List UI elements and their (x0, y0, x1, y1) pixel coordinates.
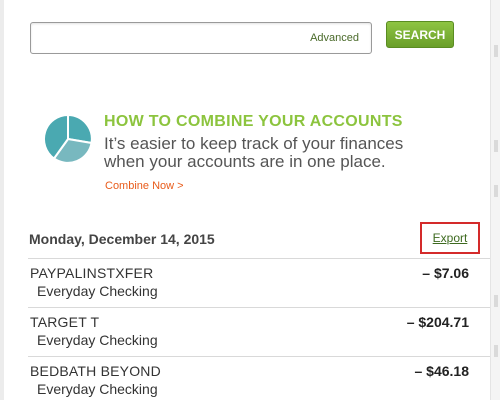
transaction-amount: – $46.18 (414, 363, 470, 379)
scroll-marker (494, 345, 498, 357)
export-link[interactable]: Export (433, 231, 468, 245)
transaction-row[interactable]: BEDBATH BEYOND Everyday Checking – $46.1… (28, 357, 490, 403)
transaction-amount: – $7.06 (422, 265, 469, 281)
transaction-payee: PAYPALINSTXFER (30, 265, 154, 281)
transaction-payee: BEDBATH BEYOND (30, 363, 161, 379)
transaction-row[interactable]: PAYPALINSTXFER Everyday Checking – $7.06 (28, 259, 490, 305)
scroll-marker (494, 140, 498, 152)
transaction-account: Everyday Checking (37, 381, 158, 397)
scroll-marker (494, 185, 498, 197)
pie-chart-icon (43, 113, 93, 164)
search-button[interactable]: SEARCH (386, 21, 454, 48)
page-edge-left (0, 0, 4, 400)
search-input[interactable] (37, 27, 311, 51)
transaction-account: Everyday Checking (37, 332, 158, 348)
combine-now-link[interactable]: Combine Now > (105, 180, 184, 192)
transaction-date-heading: Monday, December 14, 2015 (29, 231, 215, 247)
promo-title: HOW TO COMBINE YOUR ACCOUNTS (104, 113, 403, 130)
scrollbar-track[interactable] (490, 0, 500, 400)
transaction-payee: TARGET T (30, 314, 100, 330)
export-highlight-box: Export (420, 222, 480, 254)
transaction-amount: – $204.71 (406, 314, 469, 330)
advanced-search-link[interactable]: Advanced (310, 32, 359, 44)
transaction-row[interactable]: TARGET T Everyday Checking – $204.71 (28, 308, 490, 354)
scroll-marker (494, 295, 498, 307)
scroll-marker (494, 45, 498, 57)
transaction-account: Everyday Checking (37, 283, 158, 299)
search-field-container[interactable]: Advanced (30, 22, 372, 54)
promo-description: It’s easier to keep track of your financ… (104, 134, 404, 171)
